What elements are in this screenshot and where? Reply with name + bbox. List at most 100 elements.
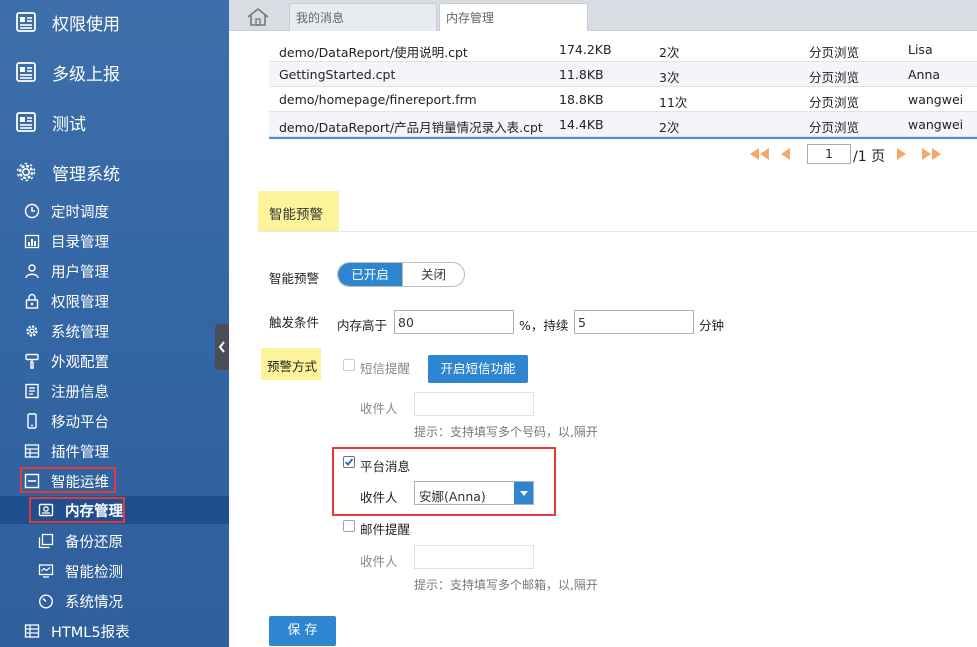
toggle-on[interactable]: 已开启 [338, 263, 402, 286]
sidebar-item-smart-detect[interactable]: 智能检测 [0, 557, 229, 585]
page-total: /1 页 [853, 149, 886, 165]
enable-sms-button[interactable]: 开启短信功能 [428, 355, 528, 383]
cell-count: 2次 [659, 45, 680, 60]
sidebar-item-label: 系统情况 [65, 594, 123, 611]
cell-mode: 分页浏览 [809, 95, 860, 110]
report-icon [16, 62, 36, 82]
cell-user: wangwei [908, 92, 964, 107]
dropdown-button[interactable] [514, 482, 533, 504]
cell-mode: 分页浏览 [809, 70, 860, 85]
sidebar-item-test[interactable]: 测试 [0, 102, 229, 142]
sidebar-item-label: 移动平台 [51, 414, 109, 431]
sidebar-item-label: 智能检测 [65, 564, 123, 581]
table-row: demo/DataReport/使用说明.cpt 174.2KB 2次 分页浏览… [269, 37, 977, 62]
lock-icon [25, 293, 39, 309]
sidebar-item-permission-use[interactable]: 权限使用 [0, 2, 229, 42]
sidebar-item-html5[interactable]: HTML5报表 [0, 617, 229, 645]
platform-checkbox[interactable] [343, 456, 355, 468]
monitor-icon [38, 564, 54, 578]
mail-recipient-input[interactable] [414, 545, 534, 569]
sidebar-item-label: 注册信息 [51, 384, 109, 401]
sidebar-item-label: 系统管理 [51, 324, 109, 341]
sidebar-item-label: 测试 [52, 114, 86, 135]
tab-memory-management[interactable]: 内存管理 [439, 3, 588, 32]
table-icon [24, 624, 40, 638]
sidebar-item-mobile[interactable]: 移动平台 [0, 407, 229, 435]
cell-size: 18.8KB [559, 92, 604, 107]
sidebar-item-multi-report[interactable]: 多级上报 [0, 52, 229, 92]
duration-input[interactable]: 5 [574, 310, 694, 334]
cell-path: GettingStarted.cpt [279, 67, 396, 82]
page-number-input[interactable]: 1 [807, 144, 851, 164]
sidebar-item-label: 用户管理 [51, 264, 109, 281]
brush-icon [25, 353, 39, 369]
sidebar-item-permissions[interactable]: 权限管理 [0, 287, 229, 315]
cell-count: 11次 [659, 95, 688, 110]
sidebar-collapse-handle[interactable] [215, 324, 229, 370]
sidebar-item-users[interactable]: 用户管理 [0, 257, 229, 285]
clock-icon [24, 203, 40, 219]
main-content: demo/DataReport/使用说明.cpt 174.2KB 2次 分页浏览… [229, 31, 977, 647]
cell-user: wangwei [908, 117, 964, 132]
cell-user: Anna [908, 67, 941, 82]
cell-size: 14.4KB [559, 117, 604, 132]
report-icon [16, 12, 36, 32]
sidebar-item-appearance[interactable]: 外观配置 [0, 347, 229, 375]
mail-checkbox[interactable] [343, 520, 355, 532]
sms-recipient-label: 收件人 [360, 401, 398, 416]
cell-path: demo/homepage/finereport.frm [279, 92, 477, 107]
cell-count: 2次 [659, 120, 680, 135]
section-title: 智能预警 [269, 207, 323, 223]
sidebar-item-management-system[interactable]: 管理系统 [0, 152, 229, 192]
backup-icon [38, 533, 54, 549]
sidebar-item-plugins[interactable]: 插件管理 [0, 437, 229, 465]
sidebar-item-label: 目录管理 [51, 234, 109, 251]
plugin-grid-icon [24, 444, 40, 458]
alert-enable-label: 智能预警 [269, 271, 320, 286]
cell-count: 3次 [659, 70, 680, 85]
tab-label: 内存管理 [446, 11, 495, 25]
platform-recipient-label: 收件人 [360, 490, 398, 505]
last-page-icon[interactable] [921, 147, 943, 161]
sms-recipient-input[interactable] [414, 392, 534, 416]
toggle-off[interactable]: 关闭 [402, 263, 464, 286]
sms-checkbox[interactable] [343, 359, 355, 371]
table-row: demo/DataReport/产品月销量情况录入表.cpt 14.4KB 2次… [269, 112, 977, 137]
sidebar-item-directory[interactable]: 目录管理 [0, 227, 229, 255]
folder-chart-icon [24, 234, 40, 249]
sidebar-item-system-status[interactable]: 系统情况 [0, 587, 229, 615]
memory-threshold-input[interactable]: 80 [394, 310, 514, 334]
cell-path: demo/DataReport/使用说明.cpt [279, 45, 468, 60]
sidebar-item-label: 插件管理 [51, 444, 109, 461]
mail-hint: 提示：支持填写多个邮箱，以,隔开 [414, 578, 598, 592]
id-card-icon [25, 383, 39, 399]
checkmark-icon [344, 458, 354, 466]
sidebar-item-registration[interactable]: 注册信息 [0, 377, 229, 405]
alert-toggle[interactable]: 已开启 关闭 [337, 262, 465, 287]
table-bottom-border [269, 137, 977, 139]
platform-recipient-select[interactable]: 安娜(Anna) [414, 481, 534, 505]
sms-label: 短信提醒 [360, 361, 411, 376]
cell-path: demo/DataReport/产品月销量情况录入表.cpt [279, 120, 543, 135]
save-button[interactable]: 保 存 [269, 616, 336, 646]
select-value: 安娜(Anna) [419, 489, 486, 504]
report-icon [16, 112, 36, 132]
minutes-label: 分钟 [699, 318, 725, 333]
next-page-icon[interactable] [896, 147, 908, 161]
prev-page-icon[interactable] [779, 147, 791, 161]
cog-icon [26, 325, 38, 337]
sidebar-item-label: 权限管理 [51, 294, 109, 311]
sms-hint: 提示：支持填写多个号码，以,隔开 [414, 425, 598, 439]
mail-label: 邮件提醒 [360, 522, 411, 537]
sidebar-item-schedule[interactable]: 定时调度 [0, 197, 229, 225]
gear-icon [16, 162, 36, 182]
sidebar-item-label: HTML5报表 [51, 624, 130, 641]
tab-label: 我的消息 [296, 11, 345, 25]
cell-size: 11.8KB [559, 67, 604, 82]
tab-my-messages[interactable]: 我的消息 [289, 3, 437, 31]
sidebar-item-backup[interactable]: 备份还原 [0, 527, 229, 555]
home-tab[interactable] [229, 3, 287, 31]
first-page-icon[interactable] [748, 147, 770, 161]
sidebar-item-system[interactable]: 系统管理 [0, 317, 229, 345]
sidebar-item-label: 管理系统 [52, 164, 120, 185]
